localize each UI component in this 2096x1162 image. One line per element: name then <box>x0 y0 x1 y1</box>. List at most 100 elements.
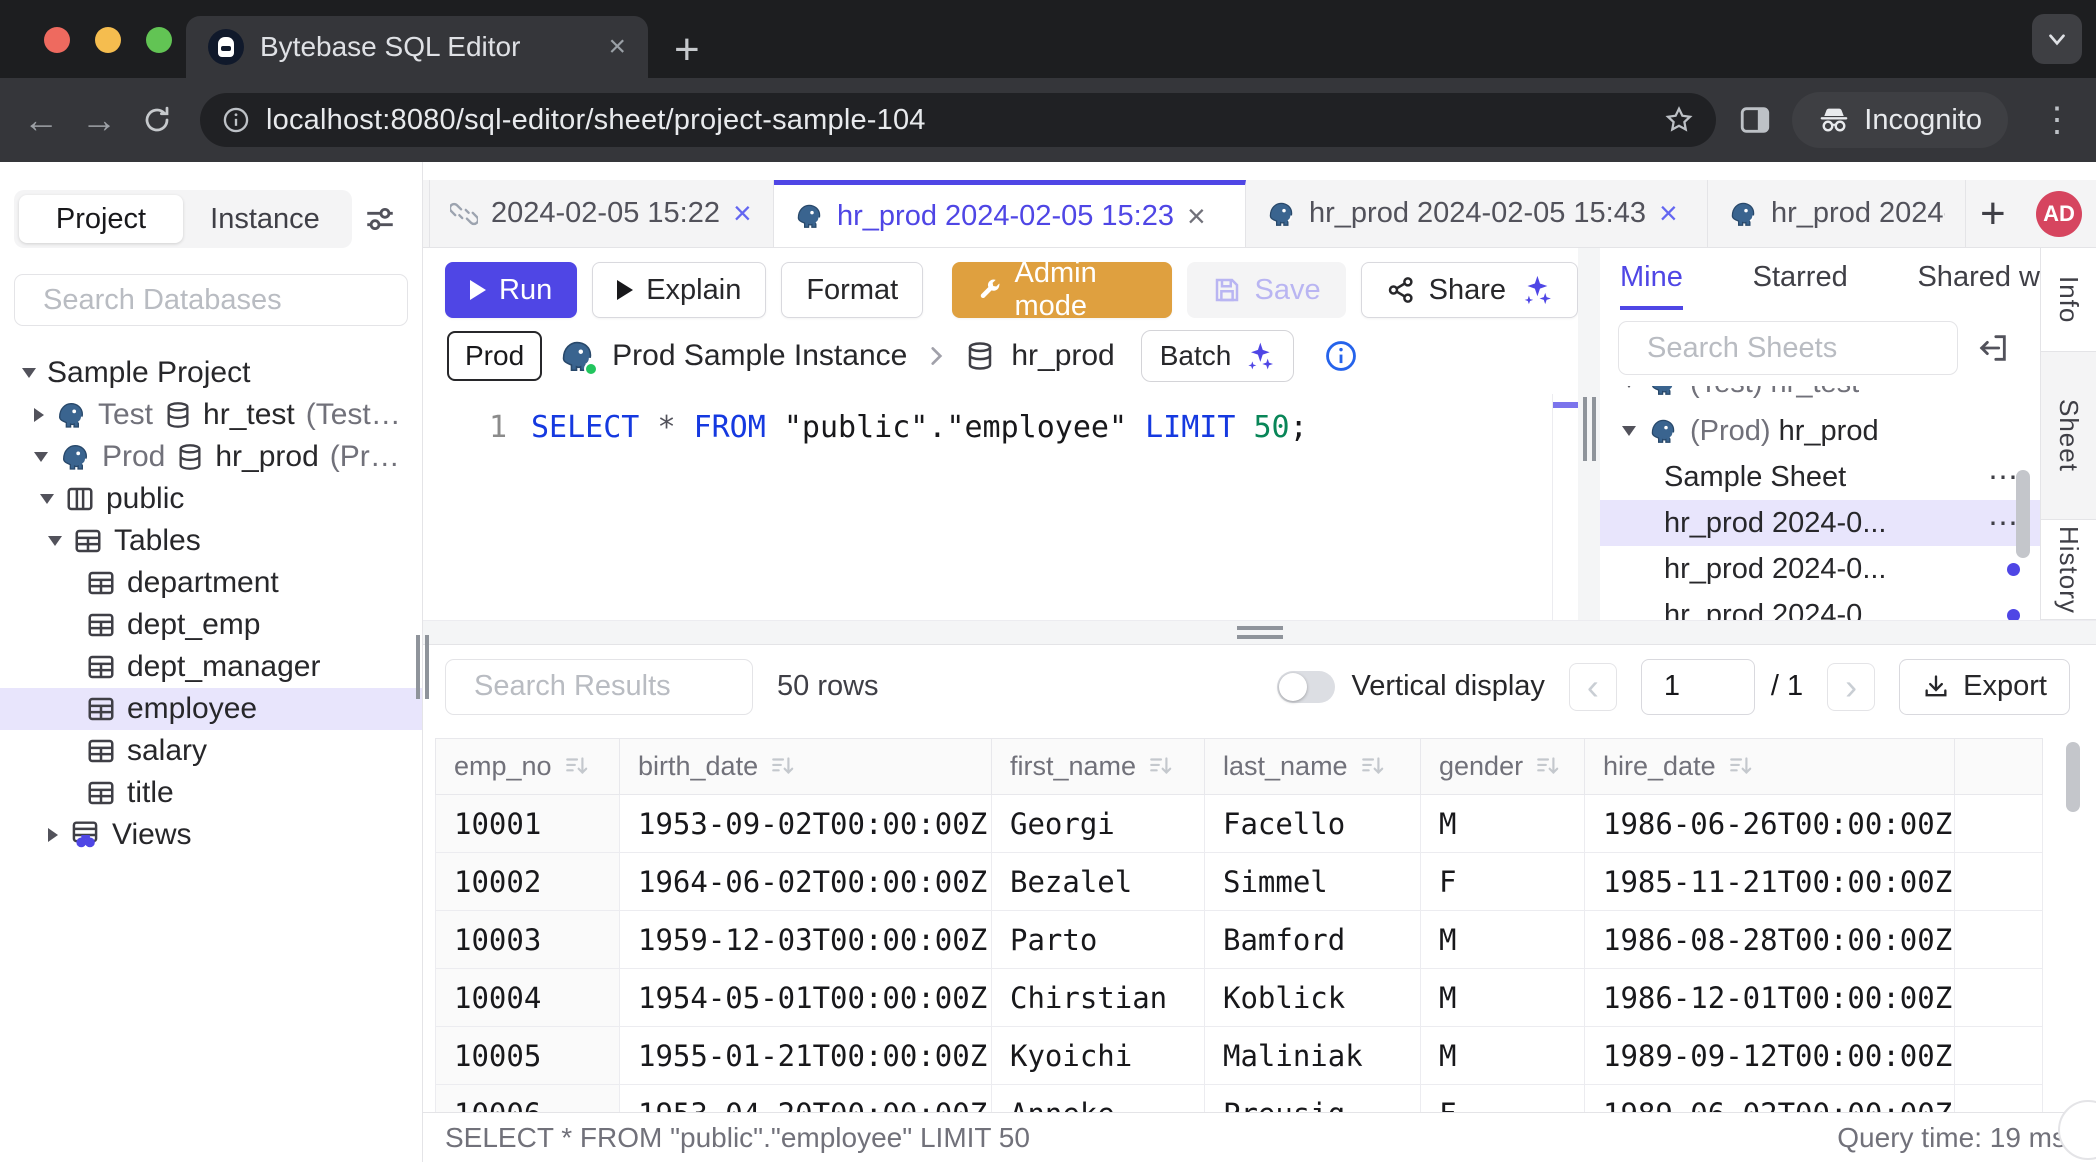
address-bar[interactable]: localhost:8080/sql-editor/sheet/project-… <box>200 93 1716 147</box>
side-panel-icon[interactable] <box>1738 103 1772 137</box>
browser-tab[interactable]: Bytebase SQL Editor × <box>186 16 648 78</box>
caret-right-icon[interactable] <box>48 828 58 842</box>
format-button[interactable]: Format <box>781 262 923 318</box>
tab-project[interactable]: Project <box>19 195 183 243</box>
close-tab-icon[interactable]: × <box>733 195 752 232</box>
import-sheet-icon[interactable] <box>1976 331 2010 365</box>
sort-icon[interactable] <box>1148 753 1174 779</box>
sort-icon[interactable] <box>1360 753 1386 779</box>
caret-down-icon[interactable] <box>22 368 36 378</box>
sheet-tab-3[interactable]: hr_prod 2024-02-05 15:43 × <box>1246 180 1708 247</box>
tree-node-project[interactable]: Sample Project <box>0 352 422 394</box>
rail-tab-history[interactable]: History <box>2041 520 2096 620</box>
panel-resize-gutter[interactable] <box>1578 248 1600 620</box>
export-button[interactable]: Export <box>1899 659 2070 715</box>
back-button[interactable]: ← <box>12 99 70 141</box>
close-window-button[interactable] <box>44 27 70 53</box>
sheet-tab-4[interactable]: hr_prod 2024-0 <box>1708 180 1966 247</box>
user-avatar[interactable]: AD <box>2036 191 2082 237</box>
sort-icon[interactable] <box>1728 753 1754 779</box>
tab-starred[interactable]: Starred <box>1753 248 1848 310</box>
tree-node-tables[interactable]: Tables <box>0 520 422 562</box>
run-button[interactable]: Run <box>445 262 577 318</box>
browser-menu-button[interactable]: ⋮ <box>2040 100 2074 140</box>
search-databases-input[interactable] <box>43 284 420 317</box>
rail-tab-info[interactable]: Info <box>2041 248 2096 352</box>
column-header-last-name[interactable]: last_name <box>1205 739 1421 795</box>
sheet-tab-2-active[interactable]: hr_prod 2024-02-05 15:23 × <box>774 180 1246 247</box>
results-search[interactable] <box>445 659 753 715</box>
reload-button[interactable] <box>128 105 186 135</box>
bookmark-star-icon[interactable] <box>1664 105 1694 135</box>
save-button[interactable]: Save <box>1187 262 1346 318</box>
search-sheets-input[interactable] <box>1647 332 2024 365</box>
tree-node-table-title[interactable]: title <box>0 772 422 814</box>
caret-down-icon[interactable] <box>1622 426 1636 436</box>
sql-editor[interactable]: 1 SELECT * FROM "public"."employee" LIMI… <box>423 394 1578 620</box>
sheet-item-selected[interactable]: hr_prod 2024-0... ⋯ <box>1600 500 2040 546</box>
results-splitter-handle[interactable] <box>423 620 2096 645</box>
caret-down-icon[interactable] <box>48 536 62 546</box>
column-header-birth-date[interactable]: birth_date <box>620 739 992 795</box>
database-search[interactable] <box>14 274 408 326</box>
new-tab-button[interactable]: + <box>674 28 700 72</box>
zoom-window-button[interactable] <box>146 27 172 53</box>
tree-node-table-dept-emp[interactable]: dept_emp <box>0 604 422 646</box>
tab-instance[interactable]: Instance <box>183 195 347 243</box>
close-tab-icon[interactable]: × <box>1187 198 1206 235</box>
tab-mine[interactable]: Mine <box>1620 248 1683 310</box>
results-scrollbar[interactable] <box>2066 742 2080 812</box>
clipped-sheet-item[interactable]: hr_prod 2024-0... <box>1600 592 2040 620</box>
minimize-window-button[interactable] <box>95 27 121 53</box>
tree-node-table-salary[interactable]: salary <box>0 730 422 772</box>
tab-search-button[interactable] <box>2032 14 2082 64</box>
rail-tab-sheet-active[interactable]: Sheet <box>2041 352 2096 520</box>
environment-chip[interactable]: Prod <box>447 331 542 381</box>
sheet-item-sample-sheet[interactable]: Sample Sheet ⋯ <box>1600 454 2040 500</box>
prev-page-button[interactable]: ‹ <box>1569 663 1617 711</box>
column-header-hire-date[interactable]: hire_date <box>1585 739 1955 795</box>
clipped-sheet-group[interactable]: (Test) hr_test <box>1600 386 2040 408</box>
editor-minimap[interactable] <box>1552 394 1578 620</box>
incognito-badge[interactable]: Incognito <box>1792 92 2008 148</box>
column-header-gender[interactable]: gender <box>1421 739 1585 795</box>
page-input[interactable] <box>1641 659 1755 715</box>
forward-button[interactable]: → <box>70 99 128 141</box>
tree-node-table-dept-manager[interactable]: dept_manager <box>0 646 422 688</box>
caret-down-icon[interactable] <box>34 452 48 462</box>
tab-shared-with-me[interactable]: Shared w <box>1917 248 2040 310</box>
tree-node-views[interactable]: Views <box>0 814 422 856</box>
tree-node-schema-public[interactable]: public <box>0 478 422 520</box>
column-header-emp-no[interactable]: emp_no <box>436 739 620 795</box>
sheet-list-scrollbar[interactable] <box>2016 470 2030 558</box>
database-name[interactable]: hr_prod <box>1011 339 1114 373</box>
caret-right-icon[interactable] <box>34 408 44 422</box>
sheet-tab-1[interactable]: 2024-02-05 15:22 × <box>429 180 774 247</box>
site-info-icon[interactable] <box>222 106 250 134</box>
share-button[interactable]: Share <box>1361 262 1578 318</box>
sort-icon[interactable] <box>1535 753 1561 779</box>
filter-settings-icon[interactable] <box>352 202 408 236</box>
sheet-group-prod-hr-prod[interactable]: (Prod) hr_prod <box>1600 408 2040 454</box>
new-sheet-tab-button[interactable]: + <box>1980 192 2006 236</box>
ai-sparkle-icon[interactable] <box>1519 273 1553 307</box>
tree-node-table-department[interactable]: department <box>0 562 422 604</box>
sheet-search[interactable] <box>1618 321 1958 375</box>
tree-node-table-employee-selected[interactable]: employee <box>0 688 422 730</box>
admin-mode-button[interactable]: Admin mode <box>952 262 1171 318</box>
batch-button[interactable]: Batch <box>1141 330 1295 382</box>
panel-resize-handle[interactable] <box>1583 397 1596 461</box>
tree-node-hr-prod[interactable]: Prod hr_prod (Pr… <box>0 436 422 478</box>
sort-icon[interactable] <box>564 753 590 779</box>
instance-name[interactable]: Prod Sample Instance <box>612 339 907 373</box>
sort-icon[interactable] <box>770 753 796 779</box>
next-page-button[interactable]: › <box>1827 663 1875 711</box>
caret-down-icon[interactable] <box>40 494 54 504</box>
close-tab-icon[interactable]: × <box>608 30 626 64</box>
connection-info-icon[interactable] <box>1324 339 1358 373</box>
close-tab-icon[interactable]: × <box>1659 195 1678 232</box>
sheet-item-unsaved[interactable]: hr_prod 2024-0... <box>1600 546 2040 592</box>
sidebar-resize-handle[interactable] <box>416 635 429 699</box>
vertical-display-toggle[interactable] <box>1277 671 1335 703</box>
explain-button[interactable]: Explain <box>592 262 766 318</box>
